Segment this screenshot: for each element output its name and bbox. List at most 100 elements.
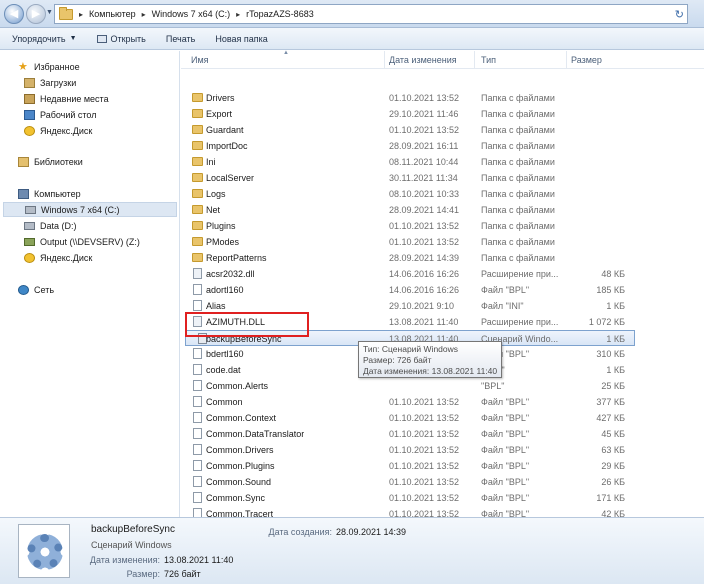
breadcrumb-computer[interactable]: Компьютер (89, 9, 136, 19)
file-name: adortl160 (206, 285, 244, 295)
downloads-icon (24, 77, 35, 88)
nav-label: Windows 7 x64 (C:) (41, 204, 120, 215)
column-date-modified[interactable]: Дата изменения (389, 55, 457, 65)
nav-drive-z[interactable]: Output (\\DEVSERV) (Z:) (24, 234, 140, 249)
folder-icon (192, 205, 203, 214)
chevron-right-icon[interactable]: ▸ (142, 10, 146, 19)
file-name: ImportDoc (206, 141, 248, 151)
details-modified-label: Дата изменения: (89, 555, 160, 565)
recent-pages-dropdown-icon[interactable]: ▼ (46, 9, 53, 16)
tooltip-type: Тип: Сценарий Windows (363, 344, 459, 354)
file-name: Common.Context (206, 413, 277, 423)
file-icon (193, 348, 202, 359)
address-bar: ◀ ▶ ▼ ▸ Компьютер ▸ Windows 7 x64 (C:) ▸… (0, 0, 704, 28)
file-list[interactable]: ▲ Имя Дата изменения Тип Размер Drivers 0… (181, 50, 704, 535)
file-row[interactable]: adortl160 14.06.2016 16:26 Файл "BPL" 185 К… (181, 282, 704, 298)
file-type: Папка с файлами (481, 109, 555, 119)
nav-network[interactable]: Сеть (18, 282, 54, 297)
nav-computer[interactable]: Компьютер (18, 186, 81, 201)
file-icon (193, 300, 202, 311)
file-type: Файл "BPL" (481, 461, 530, 471)
column-name[interactable]: Имя (191, 55, 209, 65)
file-row[interactable]: Plugins 01.10.2021 13:52 Папка с файлами (181, 218, 704, 234)
file-date: 13.08.2021 11:40 (389, 317, 459, 327)
file-row[interactable]: LocalServer 30.11.2021 11:34 Папка с файла… (181, 170, 704, 186)
file-row[interactable]: Logs 08.10.2021 10:33 Папка с файлами (181, 186, 704, 202)
file-row[interactable]: Common.Sound 01.10.2021 13:52 Файл "BPL" 26… (181, 474, 704, 490)
file-size: 377 КБ (596, 397, 625, 407)
file-icon (193, 460, 202, 471)
chevron-right-icon[interactable]: ▸ (236, 10, 240, 19)
file-date: 28.09.2021 14:41 (389, 205, 460, 215)
nav-favorites[interactable]: ★ Избранное (18, 59, 80, 74)
chevron-right-icon[interactable]: ▸ (79, 10, 83, 19)
column-divider[interactable] (474, 51, 475, 69)
file-row[interactable]: Ini 08.11.2021 10:44 Папка с файлами (181, 154, 704, 170)
file-row[interactable]: PModes 01.10.2021 13:52 Папка с файлами (181, 234, 704, 250)
nav-yandex-disk-2[interactable]: Яндекс.Диск (24, 250, 92, 265)
nav-label: Библиотеки (34, 156, 83, 167)
folder-icon (59, 6, 73, 20)
file-row[interactable]: Common.Context 01.10.2021 13:52 Файл "BPL"… (181, 410, 704, 426)
file-row[interactable]: Common.Alerts "BPL" 25 КБ (181, 378, 704, 394)
file-row[interactable]: Guardant 01.10.2021 13:52 Папка с файлами (181, 122, 704, 138)
file-date: 01.10.2021 13:52 (389, 445, 460, 455)
file-type: Файл "BPL" (481, 429, 530, 439)
file-icon (193, 284, 202, 295)
nav-drive-d[interactable]: Data (D:) (24, 218, 77, 233)
command-bar: Упорядочить ▼ Открыть Печать Новая папка (0, 28, 704, 50)
file-name: Export (206, 109, 233, 119)
column-type[interactable]: Тип (481, 55, 496, 65)
file-row[interactable]: Common.DataTranslator 01.10.2021 13:52 Фай… (181, 426, 704, 442)
file-row[interactable]: Common.Plugins 01.10.2021 13:52 Файл "BPL"… (181, 458, 704, 474)
nav-yandex-disk[interactable]: Яндекс.Диск (24, 123, 92, 138)
nav-libraries[interactable]: Библиотеки (18, 154, 83, 169)
organize-button[interactable]: Упорядочить ▼ (12, 34, 77, 44)
file-name: Common.Alerts (206, 381, 269, 391)
file-row[interactable]: Common.Sync 01.10.2021 13:52 Файл "BPL" 171… (181, 490, 704, 506)
refresh-icon[interactable]: ↻ (675, 8, 684, 21)
nav-downloads[interactable]: Загрузки (24, 75, 76, 90)
file-date: 29.10.2021 9:10 (389, 301, 455, 311)
breadcrumb-current-folder[interactable]: rTopazAZS-8683 (246, 9, 314, 19)
print-button[interactable]: Печать (166, 34, 195, 44)
file-row[interactable]: ImportDoc 28.09.2021 16:11 Папка с файлами (181, 138, 704, 154)
file-row[interactable]: Export 29.10.2021 11:46 Папка с файлами (181, 106, 704, 122)
column-divider[interactable] (384, 51, 385, 69)
navigation-pane[interactable]: ★ Избранное Загрузки Недавние места Рабо… (0, 51, 180, 517)
nav-desktop[interactable]: Рабочий стол (24, 107, 97, 122)
folder-icon (192, 125, 203, 134)
nav-recent-places[interactable]: Недавние места (24, 91, 109, 106)
column-size[interactable]: Размер (571, 55, 602, 65)
file-date: 01.10.2021 13:52 (389, 461, 460, 471)
forward-button[interactable]: ▶ (26, 4, 46, 24)
nav-drive-c[interactable]: Windows 7 x64 (C:) (3, 202, 177, 217)
file-row[interactable]: ReportPatterns 28.09.2021 14:39 Папка с фа… (181, 250, 704, 266)
folder-icon (192, 157, 203, 166)
file-row[interactable]: Common 01.10.2021 13:52 Файл "BPL" 377 КБ (181, 394, 704, 410)
back-button[interactable]: ◀ (4, 4, 24, 24)
file-type: Папка с файлами (481, 93, 555, 103)
open-label: Открыть (110, 33, 146, 44)
file-type: "BPL" (481, 381, 505, 391)
breadcrumb[interactable]: ▸ Компьютер ▸ Windows 7 x64 (C:) ▸ rTopa… (54, 4, 688, 24)
file-name: Plugins (206, 221, 236, 231)
file-type: Файл "BPL" (481, 477, 530, 487)
file-row[interactable]: Drivers 01.10.2021 13:52 Папка с файлами (181, 90, 704, 106)
open-button[interactable]: Открыть (96, 33, 146, 44)
file-icon (193, 412, 202, 423)
file-type: Расширение при... (481, 317, 559, 327)
file-name: Common.Drivers (206, 445, 274, 455)
column-divider[interactable] (566, 51, 567, 69)
breadcrumb-drive-c[interactable]: Windows 7 x64 (C:) (152, 9, 231, 19)
file-row[interactable]: acsr2032.dll 14.06.2016 16:26 Расширение п… (181, 266, 704, 282)
file-date: 08.10.2021 10:33 (389, 189, 460, 199)
file-row[interactable]: Common.Drivers 01.10.2021 13:52 Файл "BPL"… (181, 442, 704, 458)
new-folder-button[interactable]: Новая папка (215, 34, 267, 44)
folder-icon (192, 141, 203, 150)
libraries-icon (18, 156, 29, 167)
script-large-icon (18, 524, 70, 578)
file-row[interactable]: Net 28.09.2021 14:41 Папка с файлами (181, 202, 704, 218)
file-name: Alias (206, 301, 226, 311)
desktop-icon (24, 109, 35, 120)
